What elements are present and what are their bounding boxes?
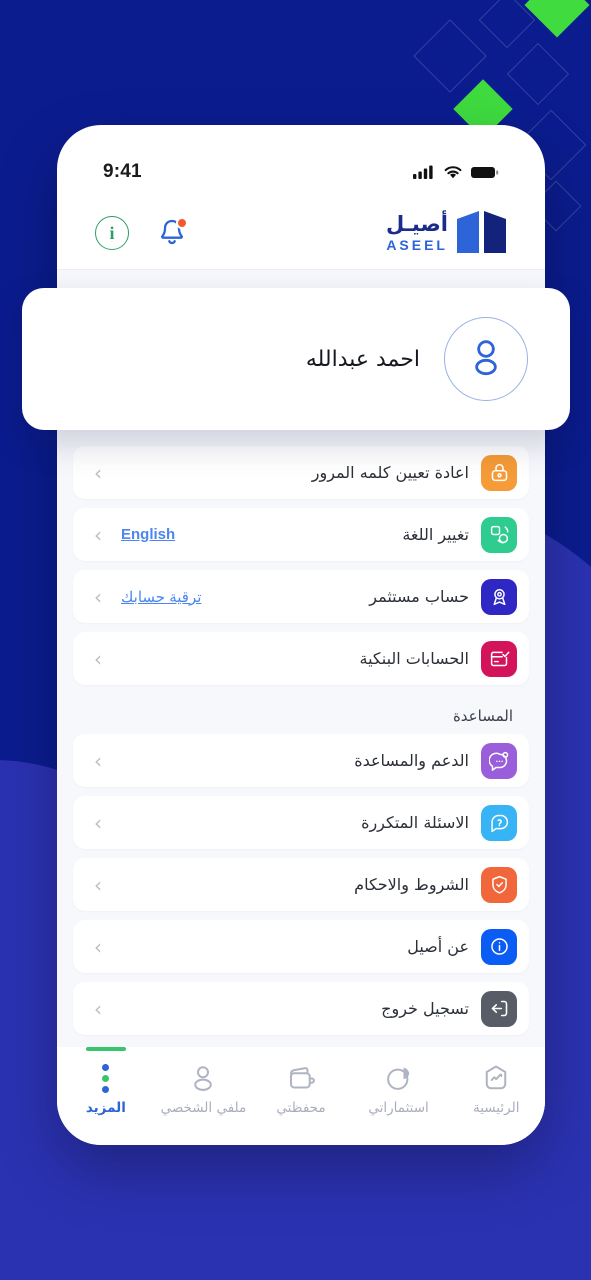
info-letter: i xyxy=(109,222,115,243)
account-settings-list: اعادة تعيين كلمه المرور ‹ تغيير اللغة En… xyxy=(57,446,545,1035)
decor-diamond-outline xyxy=(506,42,570,106)
menu-item-label: الشروط والاحكام xyxy=(354,875,469,894)
menu-item-logout[interactable]: تسجيل خروج ‹ xyxy=(73,982,529,1035)
logo-text: أصيـل ASEEL xyxy=(386,212,448,253)
menu-item-change-language[interactable]: تغيير اللغة English ‹ xyxy=(73,508,529,561)
menu-item-label: عن أصيل xyxy=(407,937,469,956)
aseel-logo: أصيـل ASEEL xyxy=(386,211,509,255)
menu-item-label: اعادة تعيين كلمه المرور xyxy=(311,463,469,482)
menu-item-label: الدعم والمساعدة xyxy=(354,751,469,770)
chevron-left-icon: ‹ xyxy=(94,522,102,547)
menu-item-label: تغيير اللغة xyxy=(402,525,469,544)
chevron-left-icon: ‹ xyxy=(94,810,102,835)
battery-icon xyxy=(471,166,499,178)
chevron-left-icon: ‹ xyxy=(94,646,102,671)
chevron-left-icon: ‹ xyxy=(94,934,102,959)
wallet-icon xyxy=(290,1067,315,1089)
chevron-left-icon: ‹ xyxy=(94,996,102,1021)
investor-badge-icon xyxy=(481,578,517,615)
user-avatar-icon[interactable] xyxy=(444,317,528,401)
nav-item-label: محفظتي xyxy=(276,1100,326,1116)
menu-item-label: تسجيل خروج xyxy=(381,999,469,1018)
info-circle-icon[interactable]: i xyxy=(95,216,129,250)
nav-item-wallet[interactable]: محفظتي xyxy=(252,1063,350,1116)
nav-item-more[interactable]: المزيد xyxy=(57,1047,155,1116)
decor-diamond-outline xyxy=(413,19,487,93)
status-bar-time: 9:41 xyxy=(103,161,142,182)
nav-item-profile[interactable]: ملفي الشخصي xyxy=(155,1063,253,1116)
menu-item-support[interactable]: الدعم والمساعدة ‹ xyxy=(73,734,529,787)
menu-item-label: الحسابات البنكية xyxy=(359,649,470,668)
menu-item-label: حساب مستثمر xyxy=(369,587,469,606)
logo-latin-name: ASEEL xyxy=(386,237,448,253)
bottom-navigation: الرئيسية استثماراتي محفظتي ملفي الشخصي ا… xyxy=(57,1047,545,1145)
profile-user-name: احمد عبدالله xyxy=(305,346,420,372)
home-chart-icon xyxy=(485,1065,507,1090)
chevron-left-icon: ‹ xyxy=(94,748,102,773)
notification-badge xyxy=(176,217,188,229)
menu-item-about[interactable]: عن أصيل ‹ xyxy=(73,920,529,973)
bell-icon[interactable] xyxy=(157,217,188,249)
user-profile-icon xyxy=(194,1066,213,1091)
bank-card-check-icon xyxy=(481,640,517,677)
chevron-left-icon: ‹ xyxy=(94,584,102,609)
nav-item-label: استثماراتي xyxy=(368,1100,429,1116)
menu-item-link-upgrade[interactable]: ترقية حسابك xyxy=(107,588,201,606)
shield-check-icon xyxy=(481,866,517,903)
pie-chart-icon xyxy=(386,1067,409,1090)
info-circle-icon xyxy=(481,928,517,965)
chevron-left-icon: ‹ xyxy=(94,872,102,897)
nav-item-investments[interactable]: استثماراتي xyxy=(350,1063,448,1116)
more-dots-icon xyxy=(102,1063,110,1093)
nav-item-home[interactable]: الرئيسية xyxy=(447,1063,545,1116)
status-bar: 9:41 xyxy=(57,125,545,197)
menu-item-faq[interactable]: الاسئلة المتكررة ‹ xyxy=(73,796,529,849)
menu-item-reset-password[interactable]: اعادة تعيين كلمه المرور ‹ xyxy=(73,446,529,499)
wifi-icon xyxy=(444,165,462,178)
aseel-building-logo xyxy=(455,211,509,255)
menu-item-bank-accounts[interactable]: الحسابات البنكية ‹ xyxy=(73,632,529,685)
app-header: i أصيـل ASEEL xyxy=(57,197,545,269)
app-header-actions: i xyxy=(95,216,188,250)
logo-arabic-name: أصيـل xyxy=(386,212,448,236)
language-switch-icon xyxy=(481,516,517,553)
menu-item-investor-account[interactable]: حساب مستثمر ترقية حسابك ‹ xyxy=(73,570,529,623)
profile-card[interactable]: احمد عبدالله xyxy=(22,288,570,430)
help-section-title: المساعدة xyxy=(452,707,513,725)
support-chat-icon xyxy=(481,742,517,779)
logout-icon xyxy=(481,990,517,1027)
lock-reset-icon xyxy=(481,454,517,491)
nav-item-label: المزيد xyxy=(85,1100,126,1116)
chevron-left-icon: ‹ xyxy=(94,460,102,485)
active-tab-indicator xyxy=(85,1047,126,1051)
cellular-signal-icon xyxy=(413,165,433,179)
menu-item-link-english[interactable]: English xyxy=(107,526,175,543)
menu-item-terms[interactable]: الشروط والاحكام ‹ xyxy=(73,858,529,911)
faq-question-icon xyxy=(481,804,517,841)
menu-item-label: الاسئلة المتكررة xyxy=(361,813,469,832)
status-bar-indicators xyxy=(413,165,499,180)
nav-item-label: الرئيسية xyxy=(472,1100,520,1116)
nav-item-label: ملفي الشخصي xyxy=(160,1100,247,1116)
phone-frame: 9:41 i أصيـل ASEEL اعادة تعيين كلمه المر… xyxy=(57,125,545,1145)
